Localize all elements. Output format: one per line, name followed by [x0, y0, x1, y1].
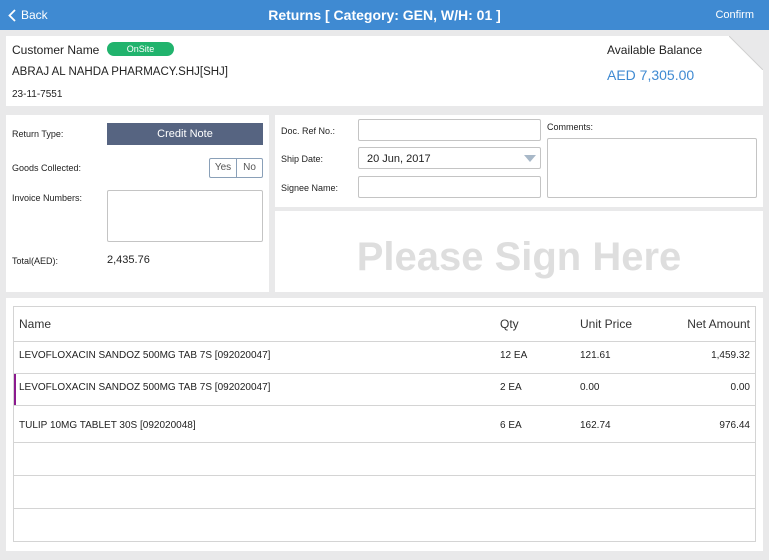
- empty-table-row: [14, 508, 755, 541]
- return-type-button[interactable]: Credit Note: [107, 123, 263, 145]
- items-table-panel: Name Qty Unit Price Net Amount LEVOFLOXA…: [6, 298, 763, 551]
- customer-name: ABRAJ AL NAHDA PHARMACY.SHJ[SHJ]: [12, 66, 229, 78]
- table-row[interactable]: LEVOFLOXACIN SANDOZ 500MG TAB 7S [092020…: [14, 341, 755, 373]
- column-header-unit-price: Unit Price: [580, 317, 633, 331]
- signee-name-label: Signee Name:: [281, 183, 339, 193]
- column-header-net-amount: Net Amount: [687, 317, 750, 331]
- comments-input[interactable]: [547, 138, 757, 198]
- customer-id: 23-11-7551: [12, 89, 63, 100]
- balance-value: AED 7,305.00: [607, 67, 695, 83]
- invoice-numbers-label: Invoice Numbers:: [12, 193, 83, 203]
- goods-collected-no[interactable]: No: [236, 158, 263, 178]
- chevron-left-icon: [8, 8, 16, 22]
- customer-name-label: Customer Name: [12, 43, 100, 57]
- goods-collected-label: Goods Collected:: [12, 163, 82, 173]
- ship-date-select[interactable]: 20 Jun, 2017: [358, 147, 541, 169]
- table-row[interactable]: LEVOFLOXACIN SANDOZ 500MG TAB 7S [092020…: [14, 373, 755, 405]
- document-details-panel: Doc. Ref No.: Ship Date: 20 Jun, 2017 Si…: [275, 115, 763, 207]
- table-row[interactable]: TULIP 10MG TABLET 30S [092020048] 6 EA 1…: [14, 405, 755, 442]
- customer-panel: Customer Name OnSite ABRAJ AL NAHDA PHAR…: [6, 35, 764, 106]
- item-net-amount: 0.00: [730, 382, 750, 393]
- comments-label: Comments:: [547, 122, 594, 132]
- signee-name-input[interactable]: [358, 176, 541, 198]
- return-details-panel: Return Type: Credit Note Goods Collected…: [6, 115, 269, 292]
- return-type-label: Return Type:: [12, 129, 64, 139]
- confirm-button[interactable]: Confirm: [715, 0, 754, 30]
- page-corner-fold: [728, 35, 764, 71]
- item-unit-price: 121.61: [580, 350, 611, 361]
- ship-date-value: 20 Jun, 2017: [367, 153, 431, 165]
- selected-row-marker: [14, 374, 16, 405]
- triangle-down-icon: [524, 155, 536, 162]
- total-label: Total(AED):: [12, 256, 59, 266]
- column-header-name: Name: [19, 317, 52, 331]
- item-net-amount: 1,459.32: [711, 350, 750, 361]
- back-label: Back: [21, 8, 48, 22]
- invoice-numbers-input[interactable]: [107, 190, 263, 242]
- doc-ref-label: Doc. Ref No.:: [281, 126, 336, 136]
- item-name: TULIP 10MG TABLET 30S [092020048]: [19, 420, 196, 431]
- column-header-qty: Qty: [500, 317, 519, 331]
- signature-pad[interactable]: Please Sign Here: [275, 211, 763, 292]
- balance-label: Available Balance: [607, 43, 703, 57]
- item-qty: 12 EA: [500, 350, 528, 361]
- signature-placeholder: Please Sign Here: [356, 235, 682, 279]
- item-unit-price: 162.74: [580, 420, 611, 431]
- empty-table-row: [14, 475, 755, 508]
- status-badge: OnSite: [107, 42, 174, 56]
- page-title: Returns [ Category: GEN, W/H: 01 ]: [268, 7, 501, 23]
- item-net-amount: 976.44: [719, 420, 750, 431]
- item-name: LEVOFLOXACIN SANDOZ 500MG TAB 7S [092020…: [19, 350, 271, 361]
- goods-collected-yes[interactable]: Yes: [209, 158, 237, 178]
- item-name: LEVOFLOXACIN SANDOZ 500MG TAB 7S [092020…: [19, 382, 271, 393]
- total-value: 2,435.76: [107, 254, 150, 266]
- items-table: Name Qty Unit Price Net Amount LEVOFLOXA…: [13, 306, 756, 542]
- item-unit-price: 0.00: [580, 382, 600, 393]
- doc-ref-input[interactable]: [358, 119, 541, 141]
- item-qty: 6 EA: [500, 420, 522, 431]
- empty-table-row: [14, 442, 755, 475]
- ship-date-label: Ship Date:: [281, 154, 324, 164]
- item-qty: 2 EA: [500, 382, 522, 393]
- top-bar: Back Returns [ Category: GEN, W/H: 01 ] …: [0, 0, 769, 30]
- back-button[interactable]: Back: [8, 0, 48, 30]
